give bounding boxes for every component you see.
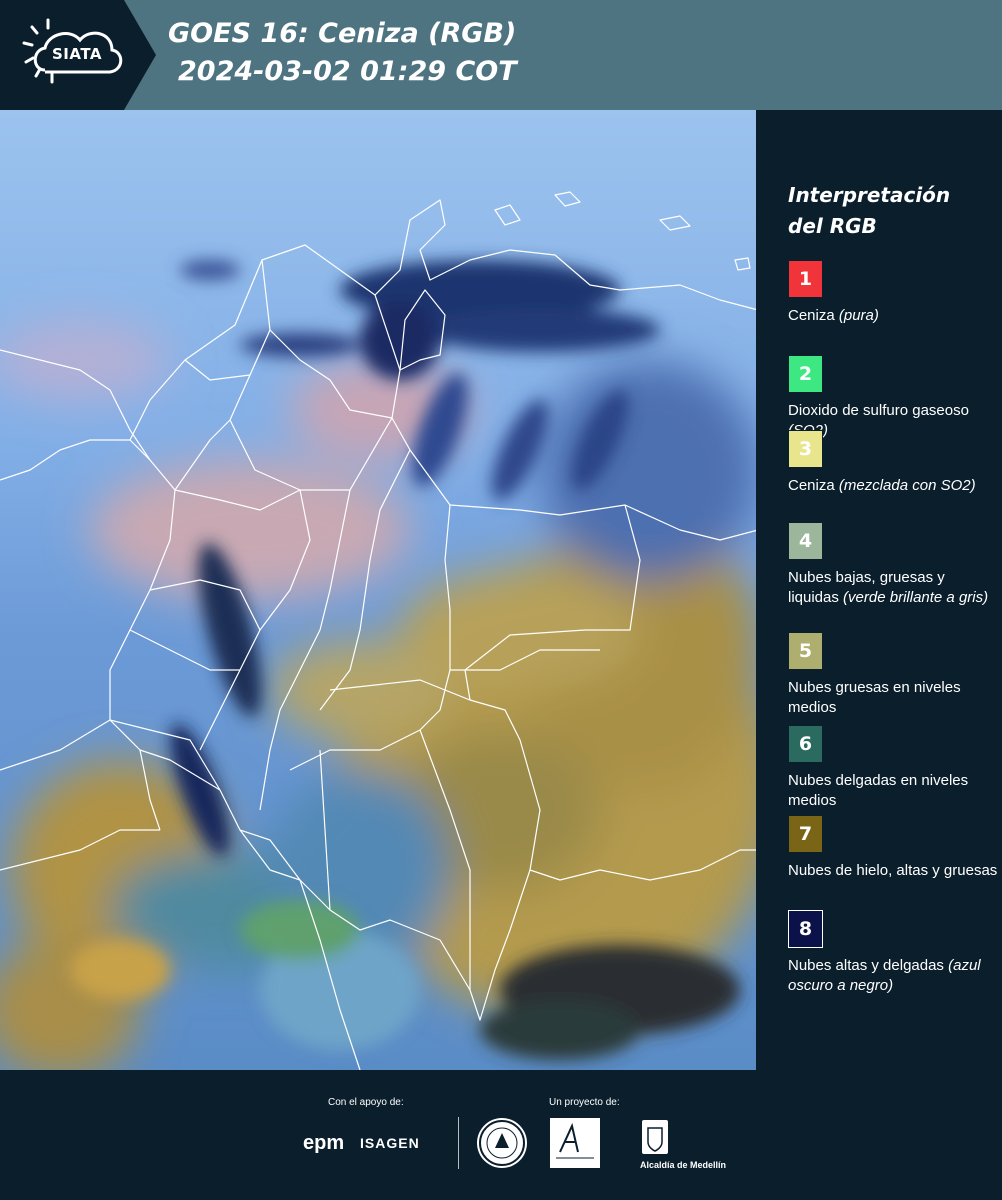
legend-label: Nubes altas y delgadas xyxy=(788,957,944,974)
project-label: Un proyecto de: xyxy=(549,1097,620,1108)
legend-note: (mezclada con SO2) xyxy=(838,477,976,494)
header: SIATA GOES 16: Ceniza (RGB) 2024-03-02 0… xyxy=(0,0,1002,110)
seal-logo xyxy=(477,1118,527,1168)
isagen-logo: ISAGEN xyxy=(360,1135,420,1151)
legend-label: Ceniza xyxy=(788,477,835,494)
legend-swatch: 8 xyxy=(788,910,823,948)
support-label: Con el apoyo de: xyxy=(328,1097,404,1108)
legend-label: Nubes de hielo, altas y gruesas xyxy=(788,862,998,879)
legend-label: Nubes delgadas en niveles medios xyxy=(788,772,969,809)
area-metropolitana-logo xyxy=(550,1118,600,1168)
legend-note: (pura) xyxy=(838,307,879,324)
legend-text: Ceniza (mezclada con SO2) xyxy=(788,476,998,496)
legend-item: 1 Ceniza (pura) xyxy=(788,260,998,326)
footer-divider xyxy=(458,1117,459,1169)
legend-text: Nubes delgadas en niveles medios xyxy=(788,771,998,811)
satellite-map xyxy=(0,110,758,1070)
legend-title: Interpretación del RGB xyxy=(788,183,951,238)
legend-label: Dioxido de sulfuro gaseoso xyxy=(788,402,969,419)
epm-logo: epm xyxy=(303,1132,345,1154)
legend-item: 3 Ceniza (mezclada con SO2) xyxy=(788,430,998,496)
legend-item: 6 Nubes delgadas en niveles medios xyxy=(788,725,998,811)
legend-item: 2Dioxido de sulfuro gaseoso (SO2) xyxy=(788,355,998,441)
legend-label: Nubes gruesas en niveles medios xyxy=(788,679,961,716)
legend-item: 4 Nubes bajas, gruesas y liquidas (verde … xyxy=(788,522,998,608)
legend-item: 5 Nubes gruesas en niveles medios xyxy=(788,632,998,718)
legend-swatch: 2 xyxy=(788,355,823,393)
satellite-image xyxy=(0,110,756,1070)
legend-text: Nubes bajas, gruesas y liquidas (verde b… xyxy=(788,568,998,608)
legend-label: Ceniza xyxy=(788,307,835,324)
page-timestamp: 2024-03-02 01:29 COT xyxy=(178,56,517,87)
legend-note: (verde brillante a gris) xyxy=(843,589,989,606)
legend-swatch: 5 xyxy=(788,632,823,670)
legend-item: 7 Nubes de hielo, altas y gruesas xyxy=(788,815,998,881)
page-title: GOES 16: Ceniza (RGB) xyxy=(168,18,517,49)
footer: Con el apoyo de: Un proyecto de: epm ISA… xyxy=(0,1070,1002,1200)
legend-text: Nubes gruesas en niveles medios xyxy=(788,678,998,718)
legend-swatch: 3 xyxy=(788,430,823,468)
legend-item: 8 Nubes altas y delgadas (azul oscuro a n… xyxy=(788,910,998,996)
alcaldia-seal-icon xyxy=(640,1118,670,1158)
siata-logo-text: SIATA xyxy=(52,45,103,63)
legend-text: Nubes de hielo, altas y gruesas xyxy=(788,861,998,881)
legend-text: Nubes altas y delgadas (azul oscuro a ne… xyxy=(788,956,998,996)
siata-logo: SIATA xyxy=(0,0,156,110)
legend-swatch: 7 xyxy=(788,815,823,853)
alcaldia-label: Alcaldía de Medellín xyxy=(640,1160,727,1170)
legend-swatch: 4 xyxy=(788,522,823,560)
legend-swatch: 6 xyxy=(788,725,823,763)
legend-panel: Interpretación del RGB 1 Ceniza (pura) 2 Di… xyxy=(760,110,1002,1070)
legend-swatch: 1 xyxy=(788,260,823,298)
legend-text: Ceniza (pura) xyxy=(788,306,998,326)
